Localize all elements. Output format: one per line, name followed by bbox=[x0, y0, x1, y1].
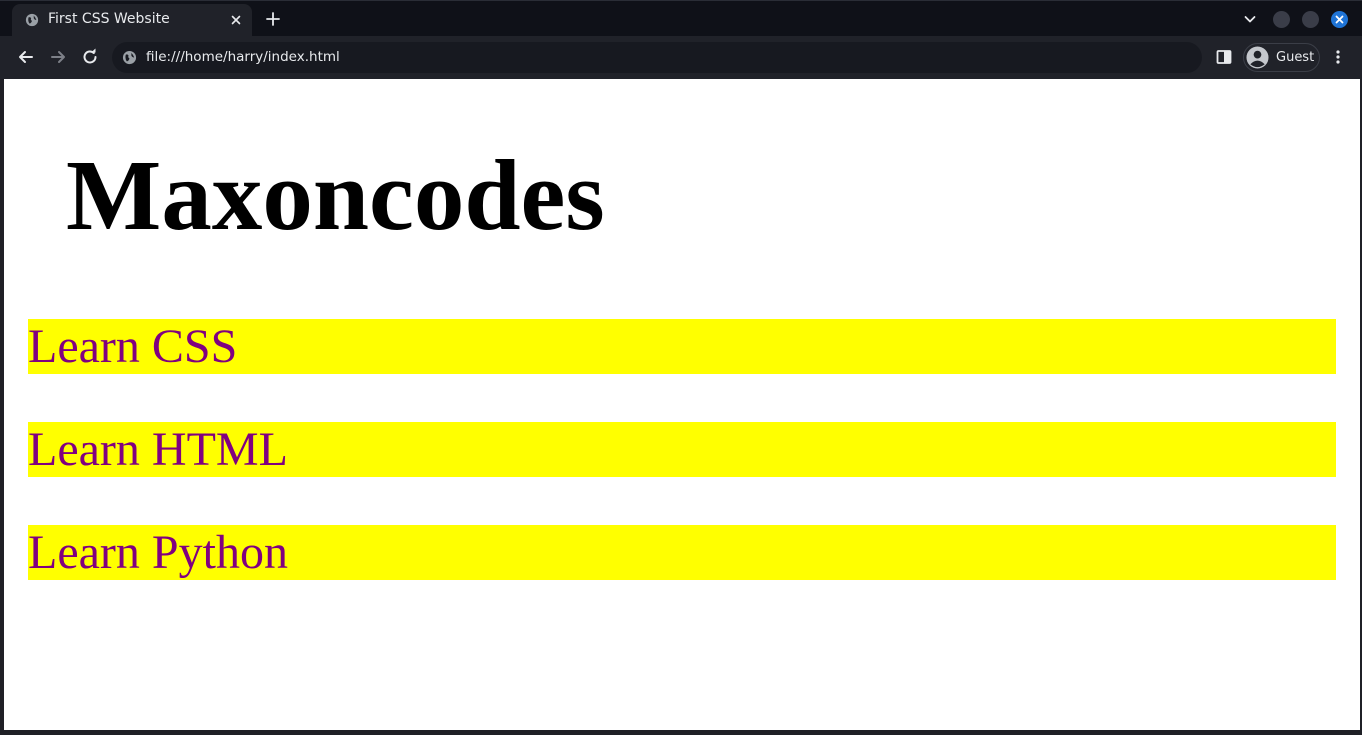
tab-active[interactable]: First CSS Website bbox=[12, 4, 252, 37]
page-viewport: Maxoncodes Learn CSS Learn HTML Learn Py… bbox=[4, 79, 1360, 730]
plus-icon[interactable] bbox=[264, 10, 282, 28]
close-window-button[interactable] bbox=[1331, 11, 1348, 28]
address-bar[interactable]: file:///home/harry/index.html bbox=[112, 42, 1202, 73]
url-text[interactable]: file:///home/harry/index.html bbox=[146, 49, 340, 65]
close-icon[interactable] bbox=[228, 12, 244, 28]
more-vert-icon[interactable] bbox=[1330, 49, 1346, 65]
profile-button[interactable]: Guest bbox=[1243, 43, 1320, 72]
maximize-button[interactable] bbox=[1302, 11, 1319, 28]
tab-title: First CSS Website bbox=[48, 11, 170, 27]
page-heading: Maxoncodes bbox=[66, 139, 605, 251]
back-arrow-icon[interactable] bbox=[16, 47, 36, 67]
list-item: Learn Python bbox=[28, 525, 1336, 580]
browser-toolbar: file:///home/harry/index.html Guest bbox=[0, 36, 1362, 79]
side-panel-icon[interactable] bbox=[1216, 49, 1232, 65]
list-item: Learn CSS bbox=[28, 319, 1336, 374]
profile-name: Guest bbox=[1276, 50, 1315, 65]
reload-icon[interactable] bbox=[80, 47, 100, 67]
minimize-button[interactable] bbox=[1273, 11, 1290, 28]
avatar-icon bbox=[1246, 46, 1269, 69]
site-info-globe-icon[interactable] bbox=[122, 50, 137, 65]
globe-icon bbox=[25, 13, 39, 27]
tab-strip: First CSS Website bbox=[0, 0, 1362, 37]
chevron-down-icon[interactable] bbox=[1242, 11, 1258, 27]
forward-arrow-icon[interactable] bbox=[48, 47, 68, 67]
list-item: Learn HTML bbox=[28, 422, 1336, 477]
